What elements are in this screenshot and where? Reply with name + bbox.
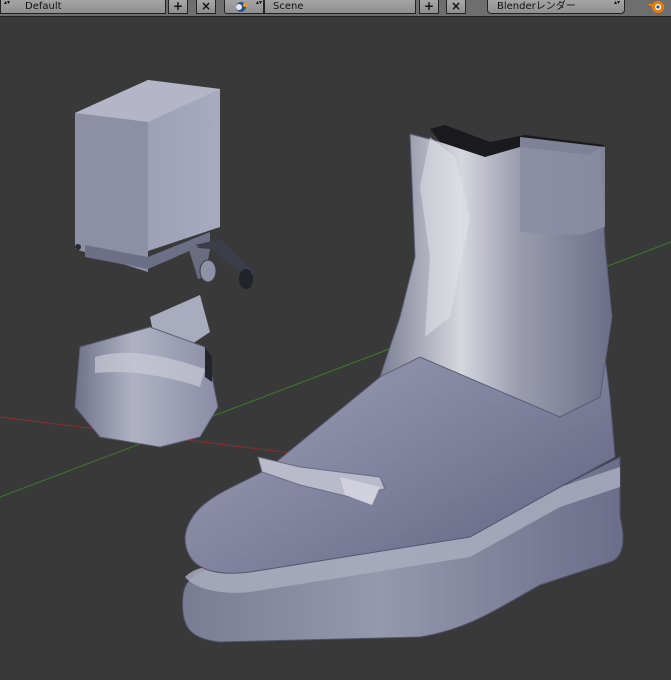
add-screen-layout-button[interactable]: + bbox=[168, 0, 188, 14]
render-engine-name: Blenderレンダー bbox=[497, 1, 576, 12]
add-scene-button[interactable]: + bbox=[419, 0, 439, 14]
screen-layout-selector[interactable]: ▴▾ Default bbox=[0, 0, 166, 14]
remove-screen-layout-button[interactable]: × bbox=[196, 0, 216, 14]
scene-browse-button[interactable]: ▴▾ bbox=[224, 0, 264, 14]
3d-viewport[interactable] bbox=[0, 17, 671, 680]
toe-cap-model[interactable] bbox=[74, 295, 219, 448]
scene-name: Scene bbox=[273, 1, 304, 12]
screen-layout-name: Default bbox=[25, 1, 62, 12]
box-part-model[interactable] bbox=[75, 80, 255, 289]
blender-logo-icon[interactable] bbox=[645, 0, 669, 16]
boot-collar bbox=[520, 137, 605, 235]
info-header: ▴▾ Default + × ▴▾ Scene + × Blenderレンダー … bbox=[0, 0, 671, 17]
toe-cap-body bbox=[74, 326, 219, 448]
box-part-knob-left bbox=[199, 259, 217, 283]
boot-model[interactable] bbox=[181, 125, 624, 643]
box-part-knob-right bbox=[239, 269, 253, 289]
scene-icon bbox=[236, 2, 247, 12]
dropdown-arrows-icon: ▴▾ bbox=[4, 0, 11, 6]
dropdown-arrows-icon: ▴▾ bbox=[614, 0, 621, 6]
scene-name-field[interactable]: Scene bbox=[264, 0, 416, 14]
dropdown-arrows-icon: ▴▾ bbox=[256, 0, 263, 6]
toe-cap-slot bbox=[205, 347, 212, 382]
box-part-rivet bbox=[75, 244, 81, 250]
remove-scene-button[interactable]: × bbox=[446, 0, 466, 14]
render-engine-selector[interactable]: Blenderレンダー ▴▾ bbox=[487, 0, 625, 14]
